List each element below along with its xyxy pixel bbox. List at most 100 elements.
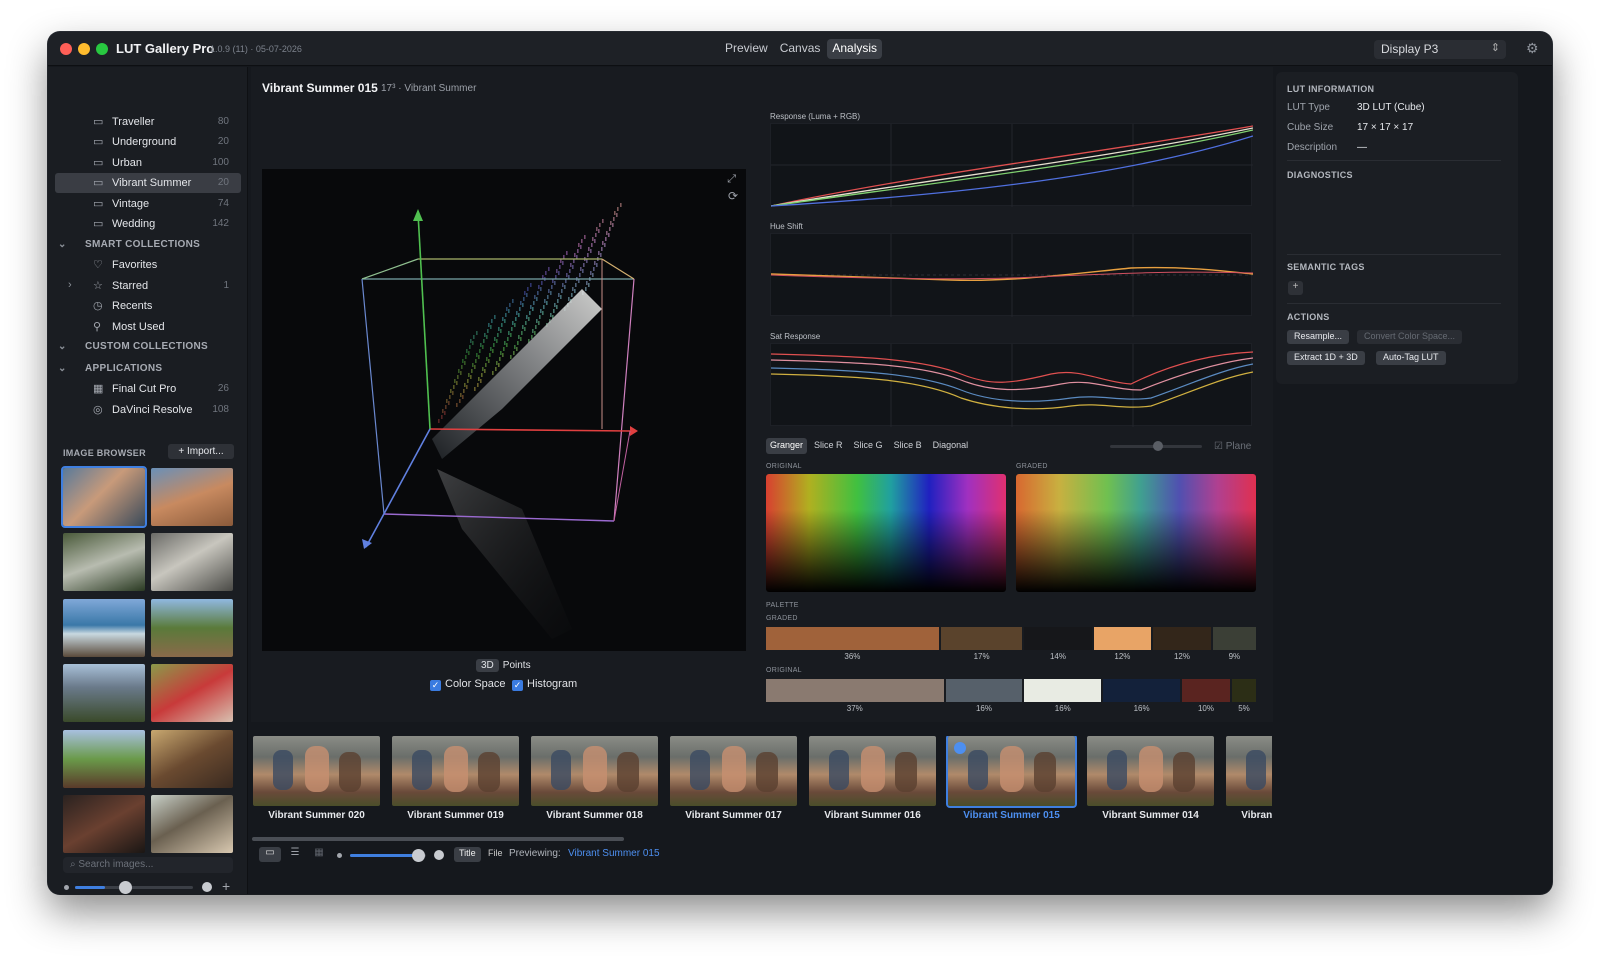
image-thumbnail[interactable] — [63, 729, 145, 788]
image-thumbnail[interactable] — [63, 795, 145, 853]
checkmark-icon: ✓ — [512, 680, 523, 691]
sidebar-item-recents[interactable]: ◷ Recents — [55, 296, 241, 316]
filmstrip-layout-icon[interactable]: ▭ — [259, 847, 281, 862]
palette-swatch[interactable] — [1232, 679, 1256, 702]
sidebar-item-traveller[interactable]: ▭ Traveller 80 — [55, 112, 241, 132]
resample-button[interactable]: Resample... — [1287, 330, 1350, 344]
tab-slice-r[interactable]: Slice R — [810, 438, 847, 454]
sidebar-item-most-used[interactable]: ⚲ Most Used — [55, 317, 241, 337]
palette-swatch[interactable] — [1093, 627, 1152, 650]
filmstrip-thumbnail[interactable] — [253, 736, 380, 806]
palette-swatch[interactable] — [1153, 627, 1211, 650]
plane-checkbox[interactable]: ☑ Plane — [1214, 441, 1251, 452]
palette-swatch[interactable] — [1182, 679, 1230, 702]
filmstrip-label: Vibrant Summer 016 — [824, 810, 921, 821]
palette-swatch[interactable] — [1024, 679, 1102, 702]
lut-info-key: LUT Type — [1287, 102, 1330, 113]
title-label-button[interactable]: Title — [454, 847, 481, 862]
sidebar-item-label: Underground — [112, 136, 177, 149]
palette-swatch[interactable] — [766, 679, 944, 702]
tab-analysis[interactable]: Analysis — [827, 39, 883, 59]
chevron-right-icon[interactable]: › — [68, 279, 72, 291]
tab-granger[interactable]: Granger — [766, 438, 808, 454]
gear-icon[interactable]: ⚙ — [1526, 40, 1539, 57]
zoom-window-button[interactable] — [96, 43, 108, 55]
lut-info-key: Cube Size — [1287, 122, 1334, 133]
zoom-out-icon — [337, 853, 342, 858]
sidebar-item-urban[interactable]: ▭ Urban 100 — [55, 153, 241, 173]
tab-canvas[interactable]: Canvas — [775, 39, 826, 59]
histogram-checkbox[interactable]: ✓ Histogram — [512, 678, 577, 691]
filmstrip-thumbnail[interactable] — [1087, 736, 1214, 806]
filmstrip-thumbnail[interactable] — [531, 736, 658, 806]
filmstrip-thumbnail[interactable] — [946, 736, 1077, 808]
image-thumbnail[interactable] — [151, 598, 233, 657]
palette-swatch[interactable] — [1212, 627, 1256, 650]
sidebar: ▭ Traveller 80 ▭ Underground 20 ▭ Urban 100 ▭ Vibr… — [48, 67, 248, 894]
sidebar-item-underground[interactable]: ▭ Underground 20 — [55, 132, 241, 152]
lut-3d-viewer[interactable]: Cross-Coupling ScoreVery Low9%Neutral Ax… — [262, 169, 746, 651]
sidebar-item-wedding[interactable]: ▭ Wedding 142 — [55, 214, 241, 234]
tab-preview[interactable]: Preview — [720, 39, 773, 59]
expand-icon[interactable]: ⤢ — [727, 173, 736, 186]
image-thumbnail[interactable] — [151, 795, 233, 853]
convert-color-space-button[interactable]: Convert Color Space... — [1357, 330, 1463, 344]
add-image-icon[interactable]: + — [222, 878, 230, 894]
filmstrip-thumbnail[interactable] — [670, 736, 797, 806]
sidebar-item-final-cut-pro[interactable]: ▦ Final Cut Pro 26 — [55, 379, 241, 399]
filmstrip-thumbnail[interactable] — [392, 736, 519, 806]
tab-diagonal[interactable]: Diagonal — [929, 438, 973, 454]
image-thumbnail[interactable] — [63, 664, 145, 723]
divider — [1287, 303, 1501, 304]
figure-shape — [273, 750, 293, 790]
thumb-size-slider-knob[interactable] — [118, 881, 132, 894]
image-thumbnail[interactable] — [61, 466, 147, 528]
add-tag-button[interactable]: + — [1288, 281, 1303, 295]
image-thumbnail[interactable] — [63, 598, 145, 657]
palette-swatch[interactable] — [1024, 627, 1092, 650]
small-thumb-icon — [64, 885, 69, 890]
auto-tag-lut-button[interactable]: Auto-Tag LUT — [1376, 351, 1446, 365]
filmstrip-thumbnail[interactable] — [1226, 736, 1272, 806]
display-profile-select[interactable]: Display P3 ⇕ — [1374, 40, 1506, 59]
mode-points-button[interactable]: Points — [503, 660, 531, 671]
filmstrip-thumbnail[interactable] — [809, 736, 936, 806]
image-thumbnail[interactable] — [151, 468, 233, 526]
palette-swatch[interactable] — [766, 627, 939, 650]
sidebar-item-davinci-resolve[interactable]: ◎ DaVinci Resolve 108 — [55, 400, 241, 420]
file-label-button[interactable]: File — [483, 847, 508, 862]
close-window-button[interactable] — [60, 43, 72, 55]
minimize-window-button[interactable] — [78, 43, 90, 55]
figure-shape — [305, 746, 329, 792]
divider — [1287, 254, 1501, 255]
import-button[interactable]: + Import... — [168, 444, 234, 459]
sidebar-item-vibrant-summer[interactable]: ▭ Vibrant Summer 20 — [55, 173, 241, 194]
palette-graded-label: GRADED — [766, 615, 798, 622]
extract-1d-3d-button[interactable]: Extract 1D + 3D — [1287, 351, 1365, 365]
palette-swatch[interactable] — [940, 627, 1023, 650]
image-thumbnail[interactable] — [151, 664, 233, 723]
split-layout-icon[interactable]: ☰ — [285, 847, 305, 862]
sidebar-item-starred[interactable]: › ☆ Starred 1 — [55, 276, 241, 296]
sat-response-curves — [770, 344, 1254, 427]
sidebar-item-favorites[interactable]: ♡ Favorites — [55, 255, 241, 275]
zoom-slider-knob[interactable] — [412, 849, 426, 862]
palette-percentage: 10% — [1197, 704, 1214, 713]
image-thumbnail[interactable] — [151, 729, 233, 788]
slice-position-knob[interactable] — [1153, 441, 1163, 451]
image-thumbnail[interactable] — [151, 533, 233, 592]
tab-slice-b[interactable]: Slice B — [890, 438, 926, 454]
filmstrip-scrollbar[interactable] — [252, 837, 624, 841]
palette-swatch[interactable] — [945, 679, 1023, 702]
mode-3d-button[interactable]: 3D — [476, 659, 499, 672]
sat-response-plot — [770, 343, 1254, 427]
sidebar-item-vintage[interactable]: ▭ Vintage 74 — [55, 194, 241, 214]
reset-rotation-icon[interactable]: ⟳ — [728, 189, 738, 203]
image-thumbnail[interactable] — [63, 533, 145, 592]
tab-slice-g[interactable]: Slice G — [850, 438, 887, 454]
figure-shape — [478, 752, 500, 792]
search-images-input[interactable]: ⌕ Search images... — [63, 857, 233, 873]
palette-swatch[interactable] — [1103, 679, 1180, 702]
color-space-checkbox[interactable]: ✓ Color Space — [430, 678, 506, 691]
grid-layout-icon[interactable]: ▦ — [309, 847, 329, 862]
